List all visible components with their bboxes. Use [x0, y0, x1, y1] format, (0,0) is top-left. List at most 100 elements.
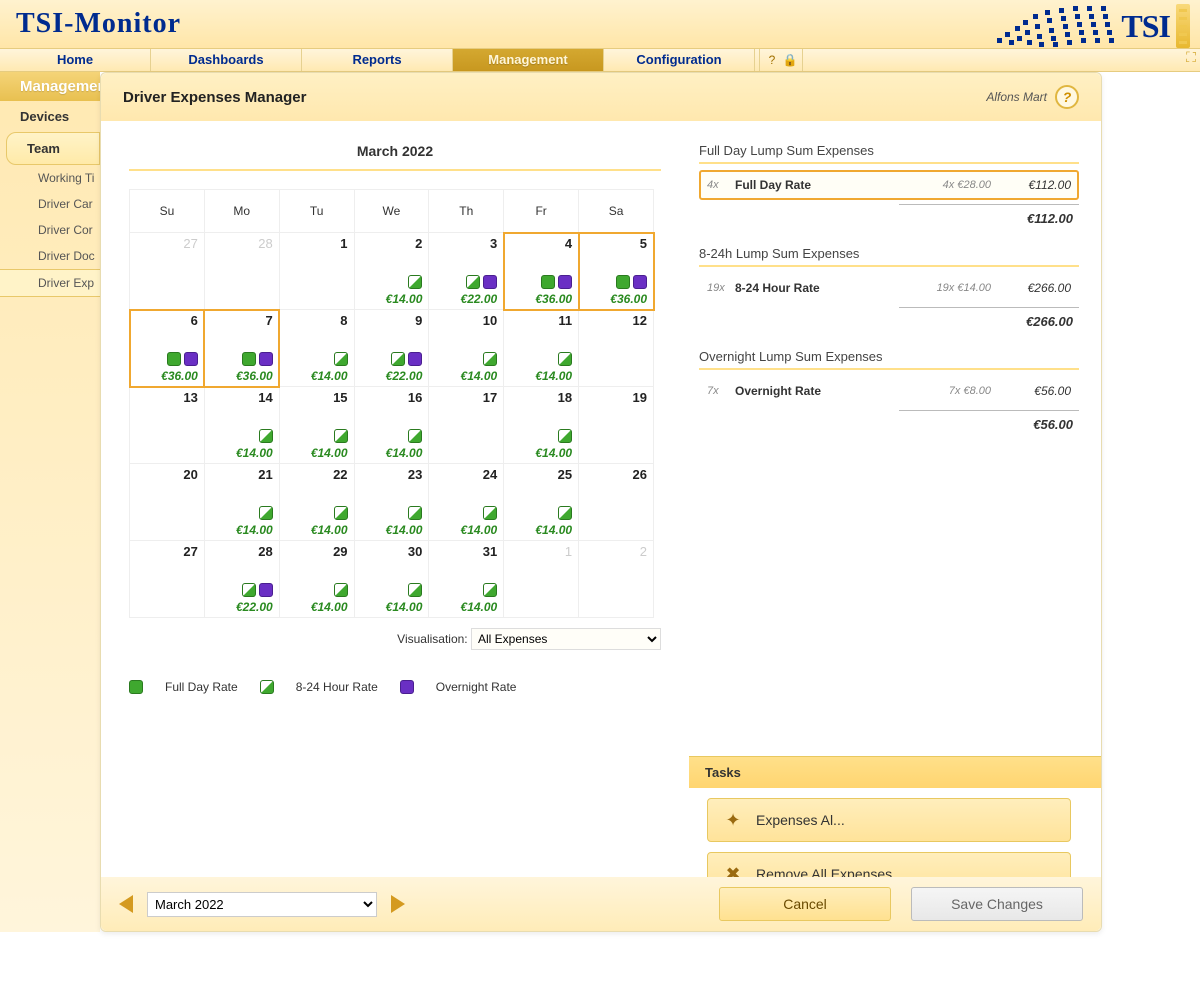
- calendar-day[interactable]: 23€14.00: [354, 464, 429, 541]
- day-amount: €14.00: [236, 523, 273, 537]
- part-mark-icon: [334, 506, 348, 520]
- logo-bar-graphic: [1176, 4, 1190, 48]
- calendar-day[interactable]: 25€14.00: [504, 464, 579, 541]
- calendar-day[interactable]: 6€36.00: [130, 310, 205, 387]
- topnav-home[interactable]: Home: [0, 49, 151, 71]
- day-number: 24: [432, 467, 497, 482]
- calendar-day[interactable]: 29€14.00: [279, 541, 354, 618]
- sidebar-item-devices[interactable]: Devices: [0, 101, 100, 132]
- sidebar-item-team[interactable]: Team: [6, 132, 100, 165]
- part-mark-icon: [408, 583, 422, 597]
- calendar-day[interactable]: 26: [579, 464, 654, 541]
- calendar-day[interactable]: 9€22.00: [354, 310, 429, 387]
- calendar-day[interactable]: 3€22.00: [429, 233, 504, 310]
- calendar-day[interactable]: 18€14.00: [504, 387, 579, 464]
- help-icon[interactable]: ?: [1055, 85, 1079, 109]
- day-number: 27: [133, 236, 198, 251]
- calendar-day[interactable]: 27: [130, 541, 205, 618]
- calendar-day[interactable]: 19: [579, 387, 654, 464]
- sidebar-subitem[interactable]: Working Ti: [0, 165, 100, 191]
- part-mark-icon: [408, 429, 422, 443]
- calendar-day[interactable]: 10€14.00: [429, 310, 504, 387]
- calendar-day[interactable]: 28€22.00: [204, 541, 279, 618]
- expense-row[interactable]: 19x8-24 Hour Rate19x €14.00€266.00: [699, 273, 1079, 303]
- day-amount: €36.00: [610, 292, 647, 306]
- legend-part-icon: [260, 680, 274, 694]
- expense-total: €266.00: [991, 281, 1071, 295]
- day-number: 20: [133, 467, 198, 482]
- calendar-day[interactable]: 31€14.00: [429, 541, 504, 618]
- calendar-day[interactable]: 24 €14.00: [429, 464, 504, 541]
- day-number: 15: [283, 390, 348, 405]
- calendar-day[interactable]: 1: [504, 541, 579, 618]
- expense-rate: 19x €14.00: [901, 282, 991, 294]
- sidebar-subitem[interactable]: Driver Car: [0, 191, 100, 217]
- topnav-reports[interactable]: Reports: [302, 49, 453, 71]
- visualisation-select[interactable]: All Expenses: [471, 628, 661, 650]
- day-number: 1: [507, 544, 572, 559]
- part-mark-icon: [558, 429, 572, 443]
- expense-total: €56.00: [991, 384, 1071, 398]
- topnav-dashboards[interactable]: Dashboards: [151, 49, 302, 71]
- visualisation-row: Visualisation: All Expenses: [129, 628, 661, 650]
- day-amount: €14.00: [311, 523, 348, 537]
- cancel-button[interactable]: Cancel: [719, 887, 891, 921]
- day-number: 19: [582, 390, 647, 405]
- sidebar-subitem[interactable]: Driver Doc: [0, 243, 100, 269]
- full-mark-icon: [541, 275, 555, 289]
- lock-icon[interactable]: 🔒: [782, 52, 798, 68]
- sidebar-subitem[interactable]: Driver Exp: [0, 269, 100, 297]
- calendar-day[interactable]: 21€14.00: [204, 464, 279, 541]
- part-mark-icon: [391, 352, 405, 366]
- calendar-day[interactable]: 15 €14.00: [279, 387, 354, 464]
- fullscreen-icon[interactable]: ⛶: [1182, 49, 1200, 67]
- weekday-header: Su: [130, 190, 205, 233]
- expense-row[interactable]: 7xOvernight Rate7x €8.00€56.00: [699, 376, 1079, 406]
- calendar-day[interactable]: 28: [204, 233, 279, 310]
- section-heading: Management: [0, 72, 100, 101]
- night-mark-icon: [259, 583, 273, 597]
- prev-month-arrow[interactable]: [119, 895, 133, 913]
- calendar-day[interactable]: 4€36.00: [504, 233, 579, 310]
- day-amount: €14.00: [311, 446, 348, 460]
- calendar-day[interactable]: 2: [579, 541, 654, 618]
- day-amount: €14.00: [535, 369, 572, 383]
- expense-row[interactable]: 4xFull Day Rate4x €28.00€112.00: [699, 170, 1079, 200]
- logo-text: TSI: [1121, 8, 1170, 45]
- calendar-day[interactable]: 12: [579, 310, 654, 387]
- topnav-configuration[interactable]: Configuration: [604, 49, 755, 71]
- calendar-day[interactable]: 7€36.00: [204, 310, 279, 387]
- legend-night-icon: [400, 680, 414, 694]
- weekday-header: Mo: [204, 190, 279, 233]
- calendar-table: SuMoTuWeThFrSa 272812€14.003€22.004€36.0…: [129, 189, 654, 618]
- calendar-day[interactable]: 5€36.00: [579, 233, 654, 310]
- task-card[interactable]: ✦Expenses Al...: [707, 798, 1071, 842]
- logo-dots-graphic: [987, 6, 1117, 46]
- month-select[interactable]: March 2022: [147, 892, 377, 917]
- day-number: 1: [283, 236, 348, 251]
- day-amount: €14.00: [386, 446, 423, 460]
- sidebar-subitem[interactable]: Driver Cor: [0, 217, 100, 243]
- calendar-day[interactable]: 14€14.00: [204, 387, 279, 464]
- calendar-day[interactable]: 16€14.00: [354, 387, 429, 464]
- calendar-day[interactable]: 2€14.00: [354, 233, 429, 310]
- next-month-arrow[interactable]: [391, 895, 405, 913]
- calendar-day[interactable]: 13: [130, 387, 205, 464]
- calendar-day[interactable]: 20: [130, 464, 205, 541]
- day-number: 7: [208, 313, 273, 328]
- calendar-day[interactable]: 11€14.00: [504, 310, 579, 387]
- calendar-day[interactable]: 17: [429, 387, 504, 464]
- calendar-day[interactable]: 30€14.00: [354, 541, 429, 618]
- day-number: 29: [283, 544, 348, 559]
- topnav-management[interactable]: Management: [453, 49, 604, 71]
- expense-count: 19x: [707, 282, 735, 294]
- part-mark-icon: [408, 275, 422, 289]
- day-amount: €14.00: [461, 523, 498, 537]
- help-small-icon[interactable]: ?: [764, 52, 780, 68]
- calendar-day[interactable]: 8€14.00: [279, 310, 354, 387]
- day-number: 13: [133, 390, 198, 405]
- calendar-day[interactable]: 22€14.00: [279, 464, 354, 541]
- save-button[interactable]: Save Changes: [911, 887, 1083, 921]
- calendar-day[interactable]: 27: [130, 233, 205, 310]
- calendar-day[interactable]: 1: [279, 233, 354, 310]
